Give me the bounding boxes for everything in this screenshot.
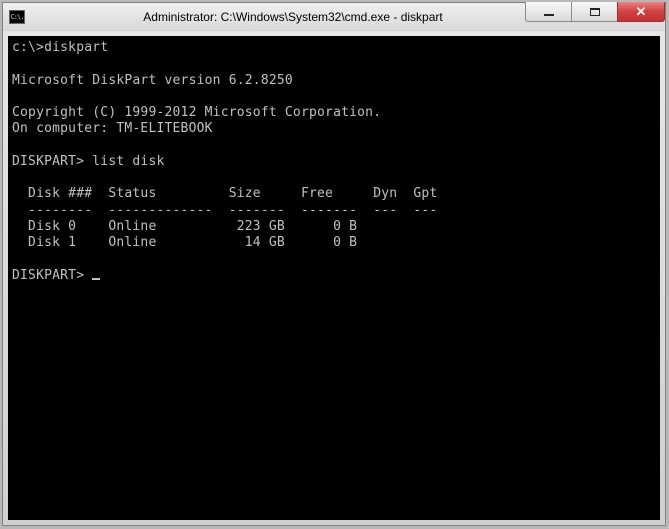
computer-line: On computer: TM-ELITEBOOK	[12, 121, 656, 137]
table-row: Disk 0 Online 223 GB 0 B	[12, 219, 656, 235]
table-row: Disk 1 Online 14 GB 0 B	[12, 235, 656, 251]
cmd-window: C:\. Administrator: C:\Windows\System32\…	[2, 2, 666, 526]
window-controls: ✕	[525, 2, 665, 22]
copyright-line: Copyright (C) 1999-2012 Microsoft Corpor…	[12, 105, 656, 121]
titlebar[interactable]: C:\. Administrator: C:\Windows\System32\…	[3, 3, 665, 31]
prompt-text: DISKPART>	[12, 268, 92, 283]
minimize-icon	[544, 14, 554, 16]
diskpart-prompt-cursor: DISKPART>	[12, 268, 656, 284]
prompt-line: c:\>diskpart	[12, 40, 656, 56]
version-line: Microsoft DiskPart version 6.2.8250	[12, 73, 656, 89]
terminal-area[interactable]: c:\>diskpart Microsoft DiskPart version …	[8, 36, 660, 520]
blank-line	[12, 89, 656, 105]
diskpart-prompt-line: DISKPART> list disk	[12, 154, 656, 170]
blank-line	[12, 138, 656, 154]
maximize-button[interactable]	[571, 2, 617, 22]
blank-line	[12, 56, 656, 72]
close-button[interactable]: ✕	[617, 2, 665, 22]
table-header: Disk ### Status Size Free Dyn Gpt	[12, 186, 656, 202]
blank-line	[12, 170, 656, 186]
minimize-button[interactable]	[525, 2, 571, 22]
blank-line	[12, 251, 656, 267]
maximize-icon	[590, 8, 600, 16]
table-divider: -------- ------------- ------- ------- -…	[12, 203, 656, 219]
close-icon: ✕	[636, 4, 647, 20]
cmd-icon: C:\.	[9, 10, 25, 24]
cursor	[92, 278, 100, 280]
